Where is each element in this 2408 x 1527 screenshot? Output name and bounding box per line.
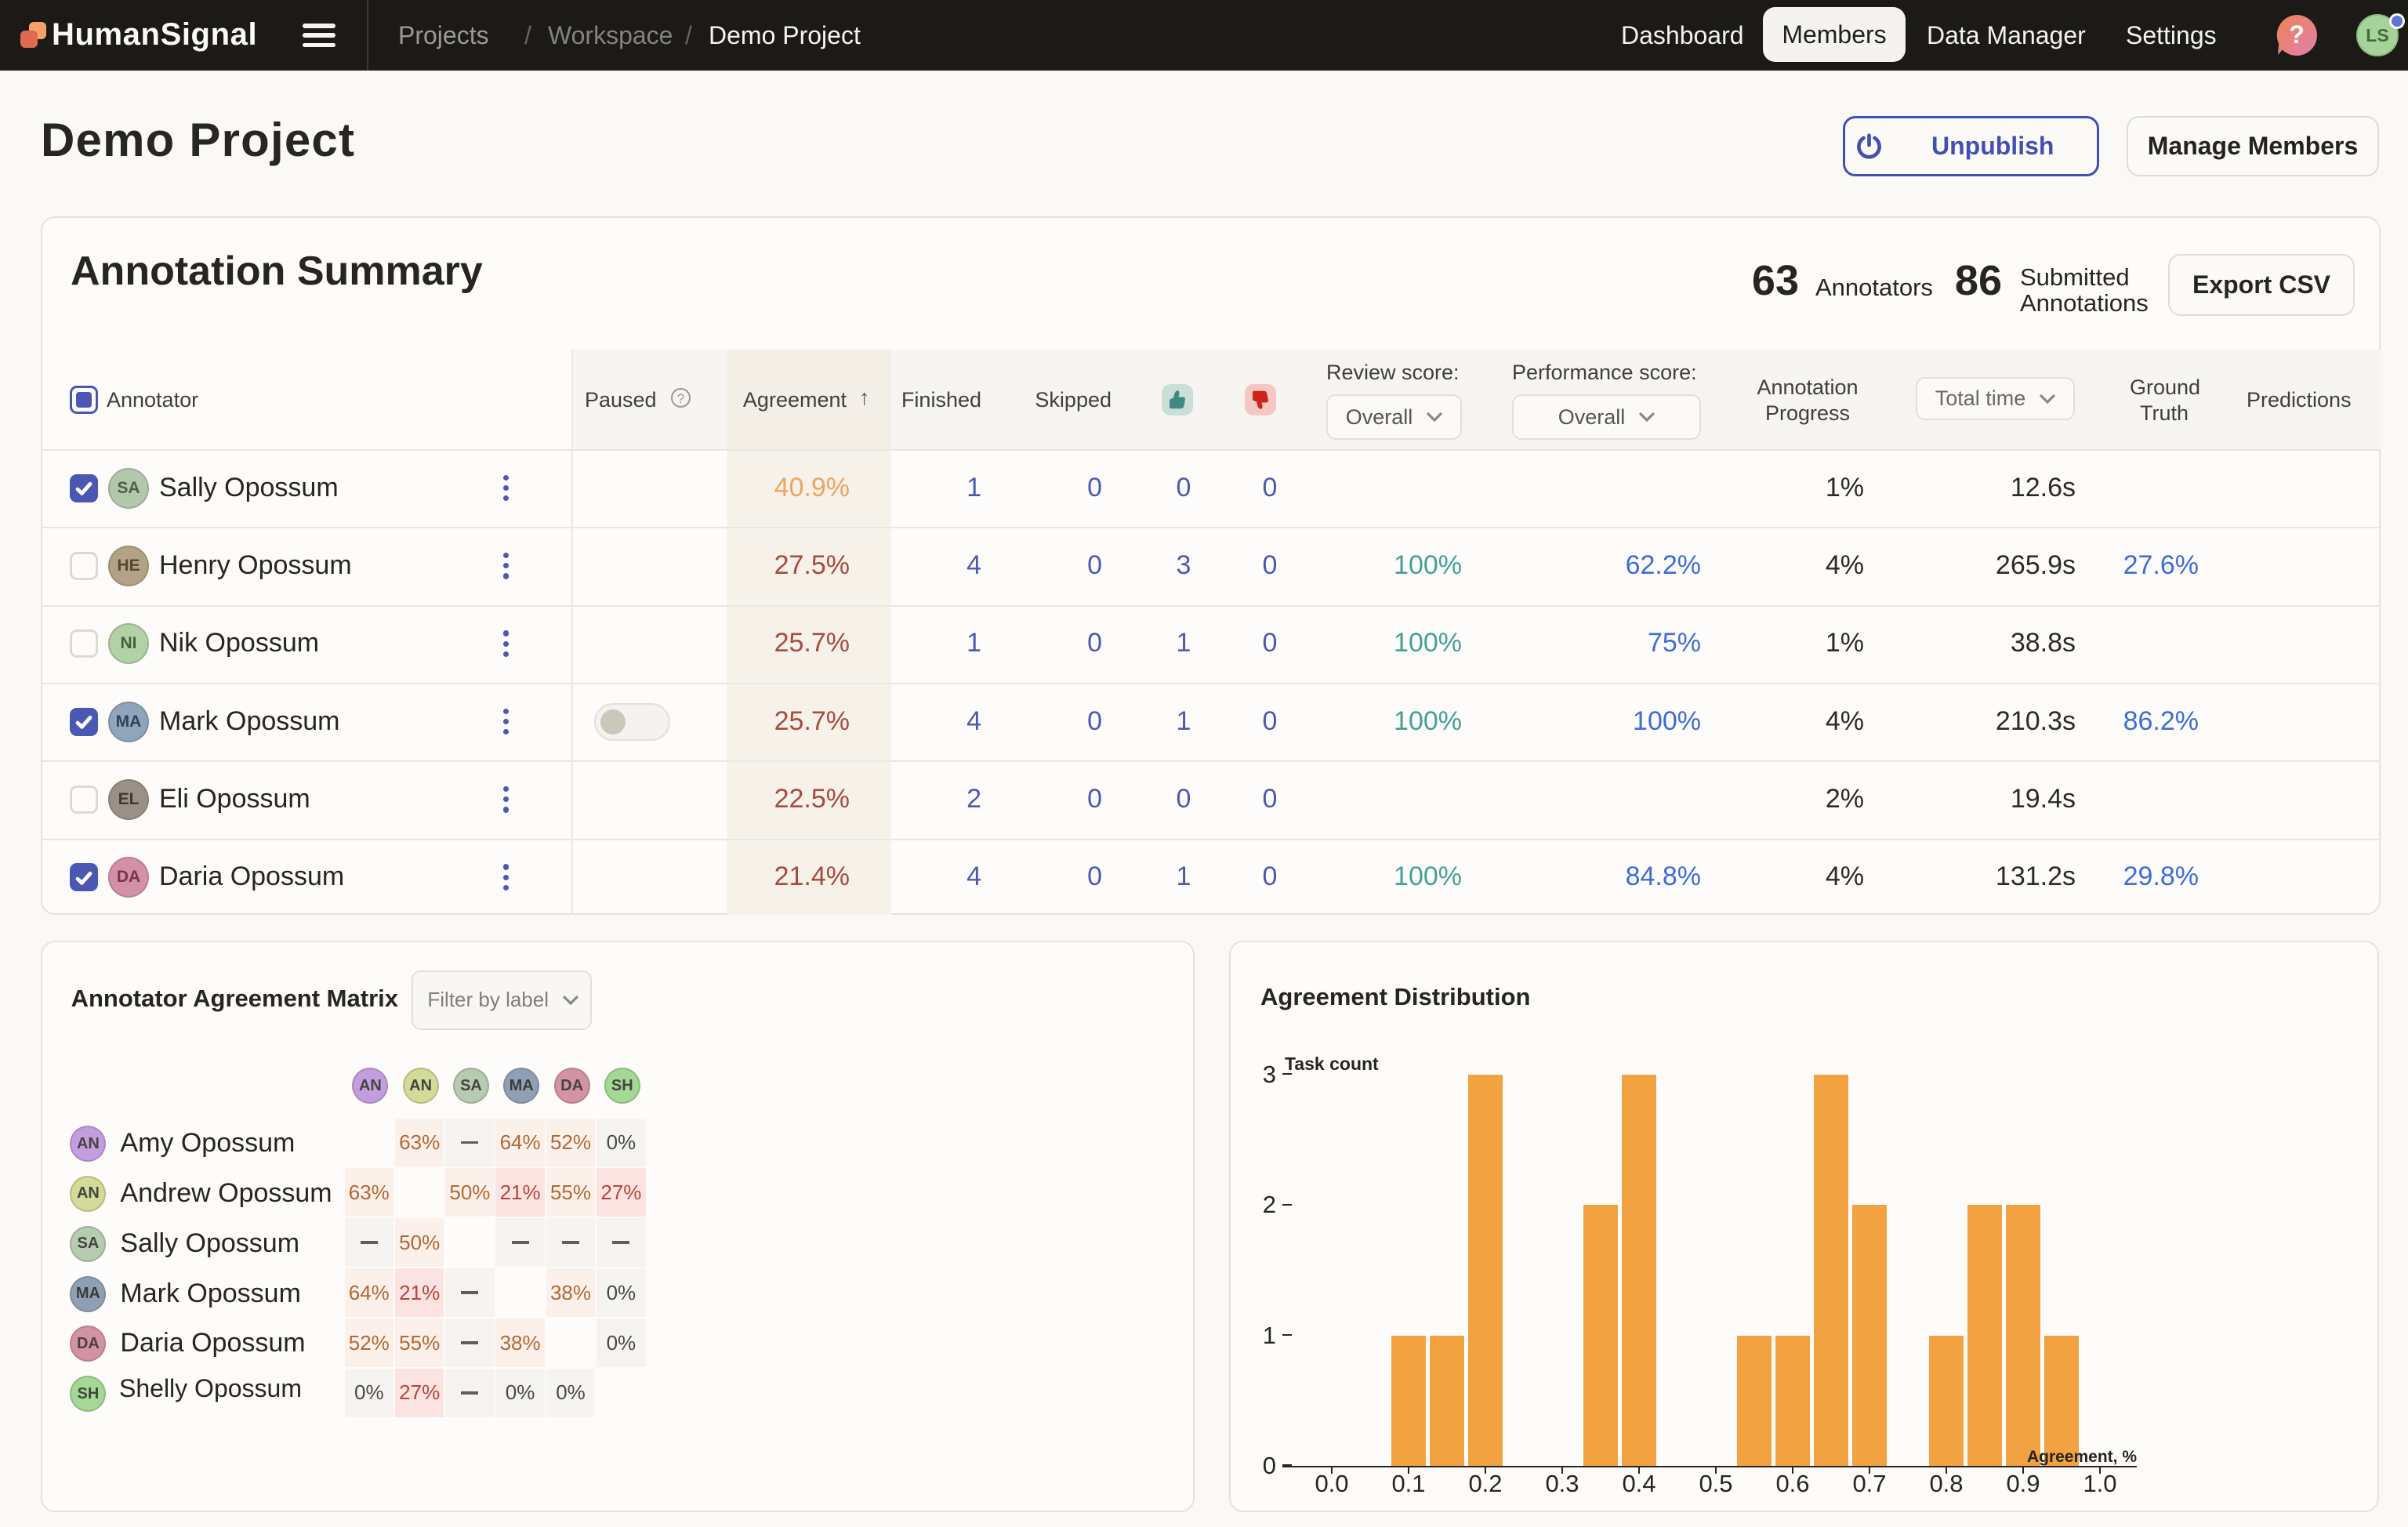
svg-text:?: ? — [2289, 20, 2305, 49]
